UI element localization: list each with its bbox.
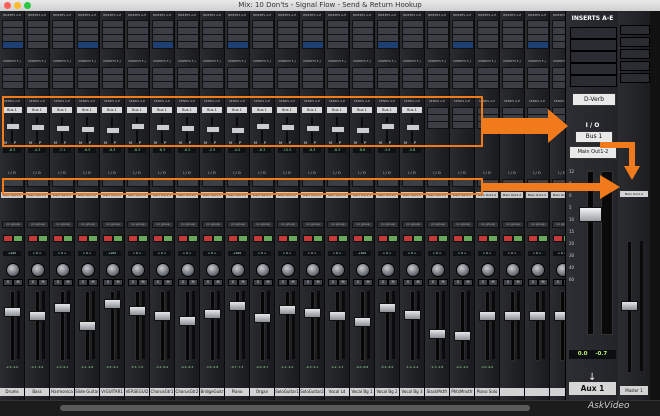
horizontal-scrollbar[interactable] xyxy=(0,400,660,416)
signal-flow-arrows xyxy=(483,109,640,199)
askvideo-watermark: AskVideo xyxy=(588,401,630,411)
aux-output-arrow-line xyxy=(600,142,635,168)
horizontal-scroll-thumb[interactable] xyxy=(60,405,530,411)
output-to-master-arrow xyxy=(483,175,620,199)
send-to-aux-arrow xyxy=(483,109,568,143)
aux-output-arrow-head xyxy=(624,166,640,180)
